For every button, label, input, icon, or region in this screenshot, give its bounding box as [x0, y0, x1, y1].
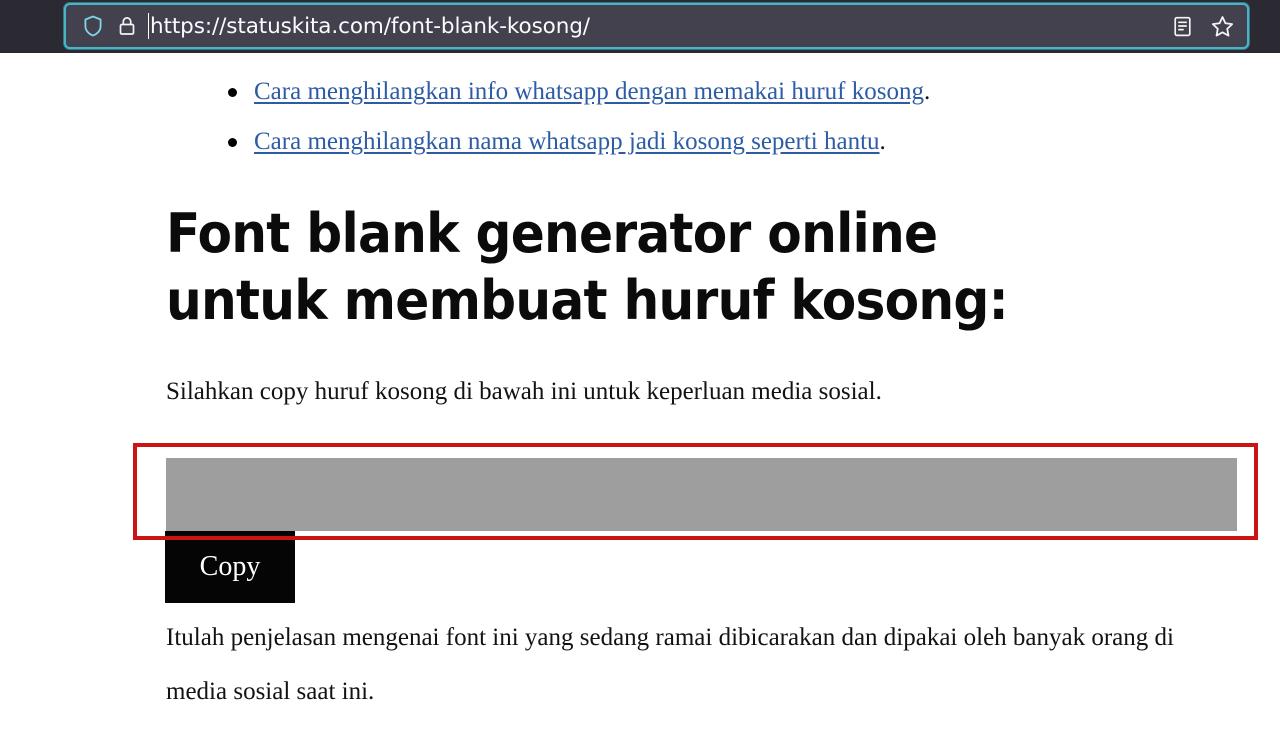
- page-title: Font blank generator online untuk membua…: [166, 202, 1009, 332]
- link-nama-whatsapp-kosong[interactable]: Cara menghilangkan nama whatsapp jadi ko…: [254, 128, 880, 155]
- blank-text-field[interactable]: ᅠ: [166, 458, 1237, 531]
- link-info-whatsapp-huruf-kosong[interactable]: Cara menghilangkan info whatsapp dengan …: [254, 78, 924, 105]
- list-bullet-icon: [228, 138, 237, 147]
- browser-toolbar: https://statuskita.com/font-blank-kosong…: [0, 0, 1280, 53]
- shield-icon[interactable]: [76, 9, 110, 43]
- reader-view-icon[interactable]: [1165, 9, 1199, 43]
- list-item: Cara menghilangkan info whatsapp dengan …: [228, 67, 930, 117]
- padlock-icon[interactable]: [110, 9, 144, 43]
- address-bar-leading-icons: [66, 9, 144, 43]
- url-text-container[interactable]: https://statuskita.com/font-blank-kosong…: [144, 5, 1165, 47]
- address-bar[interactable]: https://statuskita.com/font-blank-kosong…: [64, 3, 1249, 49]
- copy-button[interactable]: Copy: [165, 531, 295, 603]
- list-item: Cara menghilangkan nama whatsapp jadi ko…: [228, 117, 930, 167]
- link-trailing-period: .: [879, 128, 886, 155]
- star-bookmark-icon[interactable]: [1205, 9, 1239, 43]
- address-bar-trailing-icons: [1165, 9, 1247, 43]
- related-links-list: Cara menghilangkan info whatsapp dengan …: [228, 67, 930, 167]
- text-cursor: [148, 13, 149, 39]
- blank-character-value: ᅠ: [175, 503, 185, 514]
- link-trailing-period: .: [923, 78, 931, 105]
- list-bullet-icon: [228, 88, 237, 97]
- web-page-content: Cara menghilangkan info whatsapp dengan …: [0, 53, 1280, 742]
- outro-paragraph: Itulah penjelasan mengenai font ini yang…: [166, 624, 1174, 705]
- intro-paragraph: Silahkan copy huruf kosong di bawah ini …: [166, 378, 882, 405]
- url-text: https://statuskita.com/font-blank-kosong…: [150, 13, 590, 39]
